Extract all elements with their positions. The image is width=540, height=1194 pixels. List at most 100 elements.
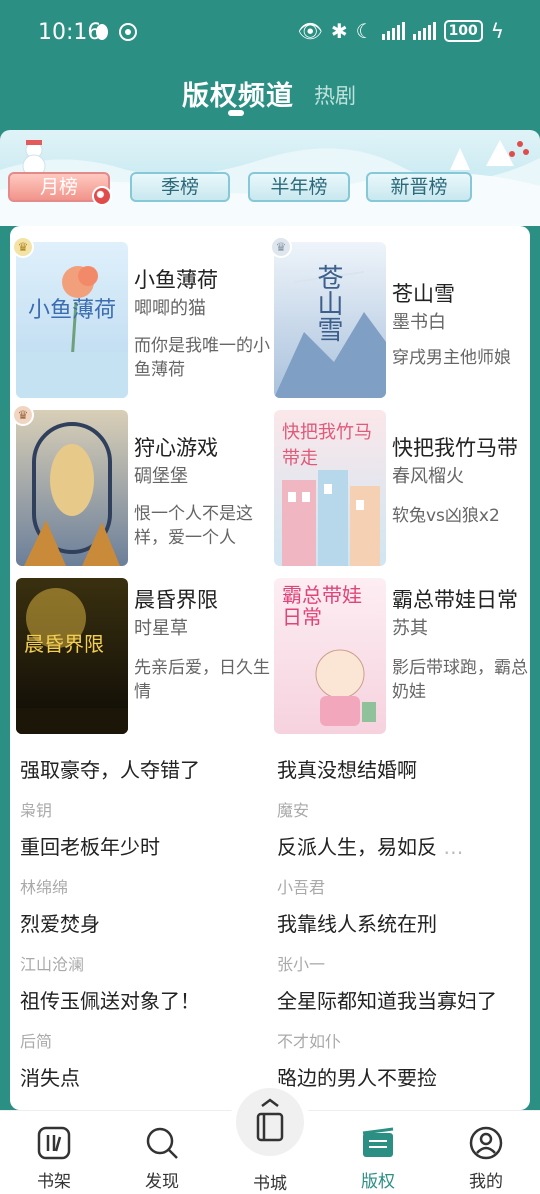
list-title: 烈爱焚身 — [20, 912, 100, 936]
book-title: 狩心游戏 — [134, 436, 218, 460]
featured-book[interactable]: 快把我竹马带走 快把我竹马带 春风榴火 软兔vs凶狼x2 — [268, 394, 526, 566]
top-tabs: 版权频道 热剧 — [0, 72, 540, 122]
rank-crown-gold-icon: ♛ — [12, 236, 34, 258]
search-icon — [146, 1127, 178, 1159]
featured-book[interactable]: 晨昏界限 晨昏界限 时星草 先亲后爱，日久生情 — [10, 562, 270, 734]
book-desc: 穿戌男主他师娘 — [392, 348, 511, 368]
eye-icon: 👁 — [297, 19, 323, 43]
list-author: 魔安 — [277, 801, 310, 820]
book-desc: 恨一个人不是这样，爱一个人 — [134, 504, 253, 548]
list-author: 林绵绵 — [20, 878, 69, 897]
cover-title: 苍山雪 — [313, 264, 343, 342]
featured-book[interactable]: 小鱼薄荷 ♛ 小鱼薄荷 唧唧的猫 而你是我唯一的小鱼薄荷 — [10, 226, 270, 398]
rank-tab-half-year[interactable]: 半年榜 — [248, 172, 350, 202]
book-author: 唧唧的猫 — [134, 298, 206, 319]
list-title: 全星际都知道我当寡妇了 — [277, 989, 497, 1013]
tab-hot-drama[interactable]: 热剧 — [314, 80, 356, 110]
book-author: 苏其 — [392, 618, 428, 639]
nav-bookshelf[interactable]: 书架 — [4, 1111, 104, 1194]
title-ellipsis: … — [443, 835, 464, 859]
book-author: 碉堡堡 — [134, 466, 188, 487]
nav-label: 我的 — [469, 1172, 503, 1192]
book-cover[interactable]: 小鱼薄荷 — [16, 242, 128, 398]
list-item[interactable]: 路边的男人不要捡 顾风 — [277, 1062, 527, 1110]
list-title: 我真没想结婚啊 — [277, 758, 417, 782]
book-title: 快把我竹马带 — [392, 436, 518, 460]
book-title: 霸总带娃日常 — [392, 588, 518, 612]
bookshelf-icon — [37, 1126, 71, 1160]
book-title: 小鱼薄荷 — [134, 268, 218, 292]
signal-4g-icon — [412, 22, 436, 40]
list-title: 反派人生，易如反 … — [277, 831, 527, 860]
list-title: 强取豪夺，人夺错了 — [20, 758, 200, 782]
nav-profile[interactable]: 我的 — [436, 1111, 536, 1194]
book-desc: 软兔vs凶狼x2 — [392, 506, 500, 526]
rank-tab-quarterly[interactable]: 季榜 — [130, 172, 230, 202]
tab-copyright-channel[interactable]: 版权频道 — [182, 74, 294, 113]
book-desc: 影后带球跑，霸总奶娃 — [392, 658, 528, 702]
list-title: 重回老板年少时 — [20, 835, 160, 859]
book-title: 苍山雪 — [392, 282, 455, 306]
nav-copyright[interactable]: 版权 — [328, 1111, 428, 1194]
list-item[interactable]: 祖传玉佩送对象了！ 后简 — [20, 985, 270, 1052]
app-notification-icon — [119, 23, 137, 41]
nav-label: 版权 — [361, 1172, 395, 1192]
decoration-ball-icon — [92, 186, 112, 206]
book-desc: 而你是我唯一的小鱼薄荷 — [134, 336, 270, 380]
list-item[interactable]: 消失点 吐遂 — [20, 1062, 270, 1110]
list-item[interactable]: 全星际都知道我当寡妇了 不才如仆 — [277, 985, 527, 1052]
qq-icon — [96, 24, 108, 40]
cover-title: 快把我竹马带走 — [282, 422, 372, 469]
list-item[interactable]: 强取豪夺，人夺错了 枭钥 — [20, 754, 270, 821]
bluetooth-icon: ✱ — [330, 19, 348, 43]
book-title: 晨昏界限 — [134, 588, 218, 612]
copyright-icon — [362, 1127, 394, 1157]
list-item[interactable]: 我靠线人系统在刑 张小一 — [277, 908, 527, 975]
book-author: 时星草 — [134, 618, 188, 639]
list-author: 枭钥 — [20, 801, 53, 820]
tab-active-indicator — [228, 110, 244, 116]
list-title: 路边的男人不要捡 — [277, 1066, 437, 1090]
book-cover[interactable]: 霸总带娃日常 — [274, 578, 386, 734]
charging-icon: ϟ — [490, 19, 504, 43]
book-city-center-button[interactable] — [236, 1088, 304, 1156]
list-item[interactable]: 烈爱焚身 江山沧澜 — [20, 908, 270, 975]
list-item[interactable]: 我真没想结婚啊 魔安 — [277, 754, 527, 821]
ranking-list: 小鱼薄荷 ♛ 小鱼薄荷 唧唧的猫 而你是我唯一的小鱼薄荷 苍山雪 ♛ 苍山雪 墨… — [10, 226, 530, 1110]
list-author: 不才如仆 — [277, 1032, 342, 1051]
book-cover[interactable]: 苍山雪 — [274, 242, 386, 398]
list-item[interactable]: 反派人生，易如反 … 小吾君 — [277, 831, 527, 898]
featured-book[interactable]: 苍山雪 ♛ 苍山雪 墨书白 穿戌男主他师娘 — [268, 226, 526, 398]
featured-book[interactable]: ♛ 狩心游戏 碉堡堡 恨一个人不是这样，爱一个人 — [10, 394, 268, 566]
book-cover[interactable]: 晨昏界限 — [16, 578, 128, 734]
list-title: 消失点 — [20, 1066, 80, 1090]
list-author: 后简 — [20, 1032, 53, 1051]
list-author: 小吾君 — [277, 878, 326, 897]
moon-icon: ☾ — [355, 19, 374, 43]
profile-icon — [469, 1126, 503, 1160]
list-title-text: 反派人生，易如反 — [277, 835, 437, 859]
book-author: 墨书白 — [392, 312, 446, 333]
featured-book[interactable]: 霸总带娃日常 霸总带娃日常 苏其 影后带球跑，霸总奶娃 — [268, 562, 528, 734]
cover-title: 小鱼薄荷 — [28, 298, 117, 323]
cover-title: 霸总带娃日常 — [282, 583, 362, 629]
book-desc: 先亲后爱，日久生情 — [134, 658, 270, 702]
book-cover[interactable]: 快把我竹马带走 — [274, 410, 386, 566]
rank-crown-silver-icon: ♛ — [270, 236, 292, 258]
status-bar: 10:16 👁 ✱ ☾ 100 ϟ — [0, 0, 540, 64]
nav-discover[interactable]: 发现 — [112, 1111, 212, 1194]
rank-tab-new[interactable]: 新晋榜 — [366, 172, 472, 202]
list-author: 张小一 — [277, 955, 326, 974]
signal-5g-icon — [381, 22, 405, 40]
list-item[interactable]: 重回老板年少时 林绵绵 — [20, 831, 270, 898]
rank-banner: 月榜 季榜 半年榜 新晋榜 — [0, 130, 540, 226]
book-author: 春风榴火 — [392, 466, 464, 487]
nav-label: 书城 — [253, 1174, 287, 1194]
rank-crown-bronze-icon: ♛ — [12, 404, 34, 426]
list-title: 我靠线人系统在刑 — [277, 912, 437, 936]
nav-label: 发现 — [145, 1172, 179, 1192]
nav-label: 书架 — [37, 1172, 71, 1192]
book-cover[interactable] — [16, 410, 128, 566]
status-icons: 👁 ✱ ☾ 100 ϟ — [297, 20, 504, 42]
book-city-icon — [256, 1098, 284, 1142]
